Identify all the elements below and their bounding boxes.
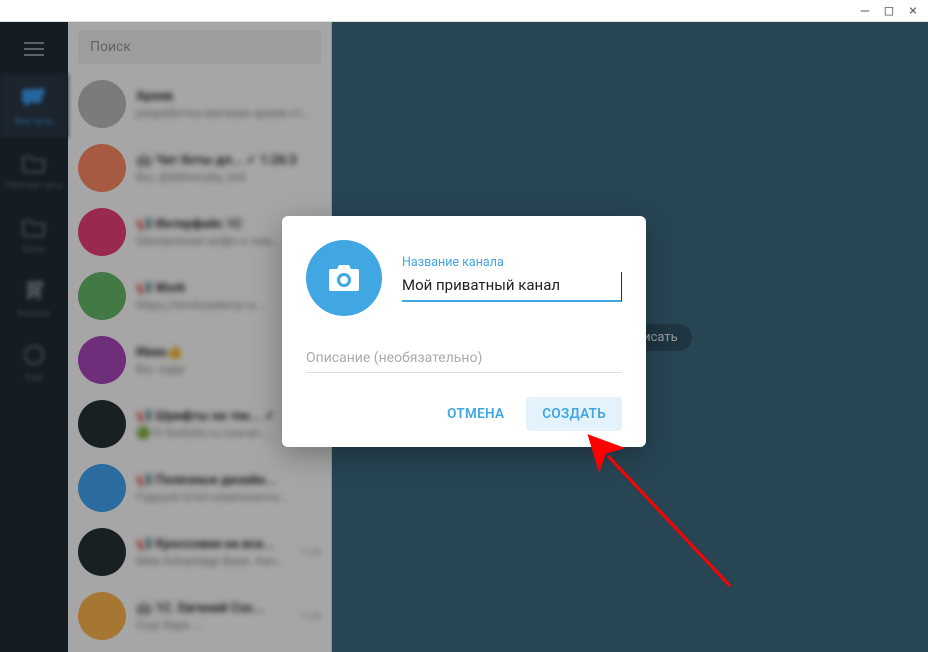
create-channel-modal: Название канала ОТМЕНА СОЗДАТЬ [282, 216, 646, 447]
channel-name-label: Название канала [402, 255, 622, 270]
camera-icon [327, 263, 361, 293]
channel-name-input[interactable] [402, 272, 622, 302]
create-button[interactable]: СОЗДАТЬ [526, 397, 622, 431]
modal-overlay[interactable]: Название канала ОТМЕНА СОЗДАТЬ [0, 22, 928, 652]
maximize-icon[interactable]: □ [882, 4, 896, 18]
minimize-icon[interactable]: — [858, 4, 872, 18]
channel-description-input[interactable] [306, 344, 622, 373]
channel-photo-button[interactable] [306, 240, 382, 316]
close-icon[interactable]: × [906, 4, 920, 18]
cancel-button[interactable]: ОТМЕНА [431, 397, 520, 431]
window-titlebar: — □ × [0, 0, 928, 22]
